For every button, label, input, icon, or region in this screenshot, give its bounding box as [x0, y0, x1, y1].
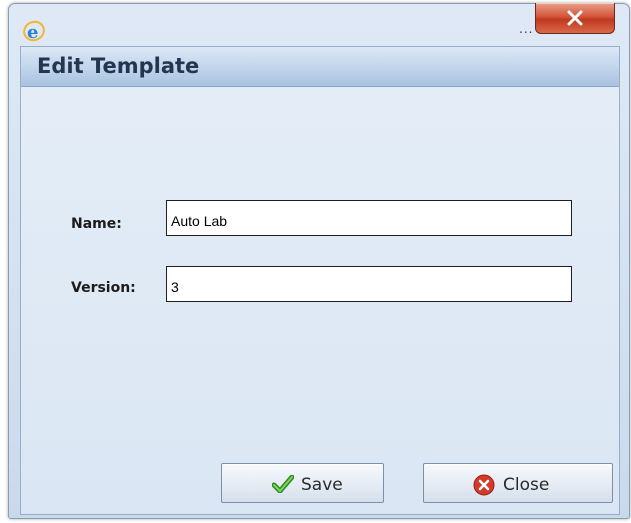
version-field[interactable]: [166, 266, 572, 302]
window-title-suffix: ...: [519, 22, 534, 36]
window-close-button[interactable]: [535, 3, 615, 34]
ie-icon: e: [23, 20, 45, 43]
version-label: Version:: [71, 280, 136, 296]
save-button-label: Save: [301, 475, 343, 495]
dialog-title: Edit Template: [37, 54, 200, 78]
window-close-icon: [567, 10, 583, 26]
close-button[interactable]: Close: [423, 463, 613, 503]
checkmark-icon: [271, 474, 295, 497]
dialog-client-area: Edit Template Name: Version: Save: [20, 46, 620, 515]
window-titlebar[interactable]: e ...: [9, 3, 629, 46]
dialog-window: e ... Edit Template Name: Version: Sa: [8, 3, 630, 519]
close-button-label: Close: [503, 475, 550, 495]
save-button[interactable]: Save: [221, 463, 384, 503]
close-circle-icon: [473, 474, 495, 500]
name-label: Name:: [71, 216, 122, 232]
name-field[interactable]: [166, 200, 572, 236]
dialog-header: Edit Template: [21, 47, 619, 87]
svg-text:e: e: [27, 22, 38, 42]
